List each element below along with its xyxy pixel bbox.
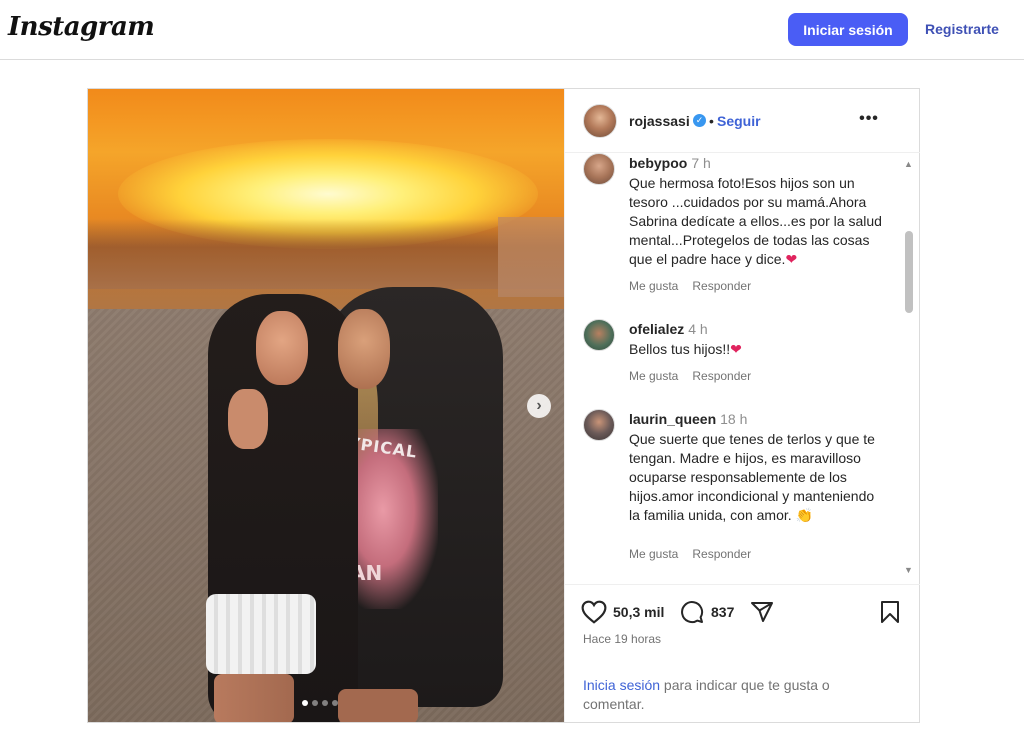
comment-username-text[interactable]: bebypoo xyxy=(629,155,687,171)
save-action[interactable] xyxy=(879,600,901,624)
comment-bubble-icon[interactable] xyxy=(679,600,705,624)
post-card: TYPICAL AN › rojassasi ✓ • Seguir ••• be… xyxy=(87,88,920,723)
more-options-icon[interactable]: ••• xyxy=(857,107,881,131)
post-photo[interactable]: TYPICAL AN › xyxy=(88,89,564,722)
comment-like-button[interactable]: Me gusta xyxy=(629,547,678,561)
comment-reply-button[interactable]: Responder xyxy=(692,547,751,561)
comment-time: 4 h xyxy=(688,321,708,337)
red-heart-emoji: ❤ xyxy=(730,341,742,357)
share-action[interactable] xyxy=(749,600,775,624)
scroll-up-arrow-icon[interactable]: ▲ xyxy=(904,159,913,169)
follow-button[interactable]: Seguir xyxy=(717,113,761,129)
comment-body: Que suerte que tenes de terlos y que te … xyxy=(629,431,875,523)
person-left-face xyxy=(256,311,308,385)
comment-text: Que suerte que tenes de terlos y que te … xyxy=(629,430,885,525)
post-timestamp: Hace 19 horas xyxy=(583,632,662,646)
comment-username-text[interactable]: ofelialez xyxy=(629,321,684,337)
comment-time: 18 h xyxy=(720,411,748,427)
comment-text: Que hermosa foto!Esos hijos son un tesor… xyxy=(629,174,885,269)
comment-text: Bellos tus hijos!!❤ xyxy=(629,340,885,359)
red-heart-emoji: ❤ xyxy=(785,251,798,267)
commenter-avatar[interactable] xyxy=(583,409,615,441)
carousel-dot xyxy=(322,700,328,706)
comment-body: Bellos tus hijos!! xyxy=(629,341,731,357)
post-side-panel: rojassasi ✓ • Seguir ••• bebypoo 7 h Que … xyxy=(564,89,920,722)
comment-time: 7 h xyxy=(691,155,711,171)
scrollbar-thumb[interactable] xyxy=(905,231,913,313)
person-right-face xyxy=(338,309,390,389)
horizon-hills xyxy=(88,219,564,289)
like-action[interactable]: 50,3 mil xyxy=(581,600,664,624)
post-actions-bar: 50,3 mil 837 Hace 19 horas Inicia sesión… xyxy=(565,584,920,722)
carousel-dot xyxy=(312,700,318,706)
commenter-avatar[interactable] xyxy=(583,153,615,185)
scroll-down-arrow-icon[interactable]: ▼ xyxy=(904,565,913,575)
background-building xyxy=(498,217,564,297)
white-skirt xyxy=(206,594,316,674)
commenter-avatar[interactable] xyxy=(583,319,615,351)
login-button[interactable]: Iniciar sesión xyxy=(788,13,908,46)
login-prompt-link[interactable]: Inicia sesión xyxy=(583,677,660,693)
person-left-legs xyxy=(214,674,294,722)
comment-actions: Me gusta Responder xyxy=(629,547,751,561)
comment-username-text[interactable]: laurin_queen xyxy=(629,411,716,427)
bookmark-icon[interactable] xyxy=(879,600,901,624)
chevron-right-icon[interactable]: › xyxy=(527,394,551,418)
author-avatar[interactable] xyxy=(583,104,617,138)
commenter-username[interactable]: ofelialez 4 h xyxy=(629,321,708,337)
author-username[interactable]: rojassasi xyxy=(629,113,690,129)
comments-scrollbar[interactable]: ▲ ▼ xyxy=(901,153,915,583)
carousel-dot xyxy=(332,700,338,706)
commenter-username[interactable]: bebypoo 7 h xyxy=(629,155,711,171)
comment-like-button[interactable]: Me gusta xyxy=(629,369,678,383)
post-header: rojassasi ✓ • Seguir ••• xyxy=(565,89,920,153)
comment-like-button[interactable]: Me gusta xyxy=(629,279,678,293)
person-right-legs xyxy=(338,689,418,722)
login-prompt: Inicia sesión para indicar que te gusta … xyxy=(583,676,883,714)
register-link[interactable]: Registrarte xyxy=(925,21,999,37)
comment-body: Que hermosa foto!Esos hijos son un tesor… xyxy=(629,175,882,267)
comment-reply-button[interactable]: Responder xyxy=(692,279,751,293)
paper-plane-icon[interactable] xyxy=(749,600,775,624)
likes-count: 50,3 mil xyxy=(613,604,665,620)
person-left-hand xyxy=(228,389,268,449)
heart-icon[interactable] xyxy=(581,600,607,624)
separator-dot: • xyxy=(709,113,714,129)
clapping-hands-emoji: 👏 xyxy=(795,507,813,523)
comment-actions: Me gusta Responder xyxy=(629,279,751,293)
instagram-logo[interactable]: Instagram xyxy=(8,12,155,42)
verified-badge-icon: ✓ xyxy=(693,114,706,127)
comments-list[interactable]: bebypoo 7 h Que hermosa foto!Esos hijos s… xyxy=(565,153,920,583)
carousel-dot xyxy=(302,700,308,706)
top-navigation-bar: Instagram Iniciar sesión Registrarte xyxy=(0,0,1024,60)
comment-actions: Me gusta Responder xyxy=(629,369,751,383)
carousel-indicator xyxy=(302,700,338,706)
comment-action[interactable]: 837 xyxy=(679,600,734,624)
commenter-username[interactable]: laurin_queen 18 h xyxy=(629,411,747,427)
comment-reply-button[interactable]: Responder xyxy=(692,369,751,383)
comments-count: 837 xyxy=(711,604,735,620)
